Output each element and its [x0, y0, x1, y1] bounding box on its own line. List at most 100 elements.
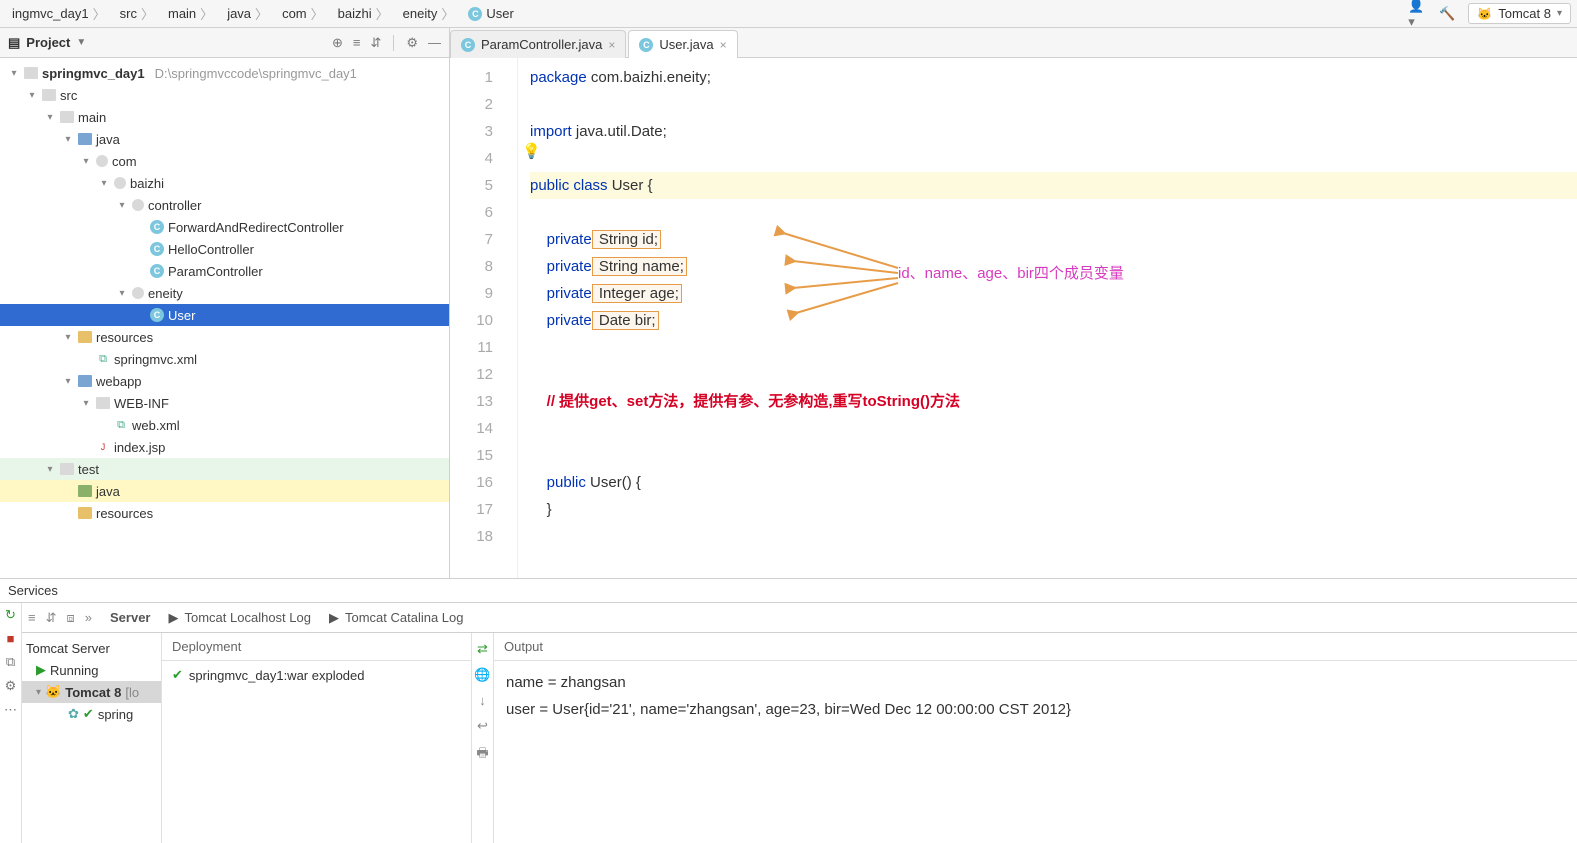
project-tool-window-header: ▤ Project ▼ ⊕ ≡ ⇵ ⚙ — [0, 28, 449, 58]
tab-localhost-log[interactable]: ▶Tomcat Localhost Log [169, 610, 311, 626]
tree-eneity[interactable]: ▾eneity [0, 282, 449, 304]
tree-indexjsp[interactable]: Jindex.jsp [0, 436, 449, 458]
tree-expand-icon[interactable]: ≡ [28, 610, 36, 626]
hide-icon[interactable]: — [428, 35, 441, 51]
close-icon[interactable]: × [720, 38, 727, 52]
services-tree[interactable]: Tomcat Server ▶Running ▾🐱Tomcat 8 [lo ✿✔… [22, 633, 162, 843]
close-icon[interactable]: × [608, 38, 615, 52]
tree-main[interactable]: ▾main [0, 106, 449, 128]
log-icon: ▶ [329, 610, 339, 626]
print-icon[interactable]: 🖶 [476, 744, 488, 766]
tab-paramcontroller[interactable]: CParamController.java× [450, 30, 626, 58]
services-spring-node[interactable]: ✿✔spring [22, 703, 161, 725]
class-icon: C [150, 220, 164, 234]
wrap-icon[interactable]: ↩ [477, 718, 488, 734]
expand-all-icon[interactable]: ≡ [353, 35, 361, 51]
tab-catalina-log[interactable]: ▶Tomcat Catalina Log [329, 610, 464, 626]
collapse-all-icon[interactable]: ⇵ [370, 35, 381, 51]
tree-test[interactable]: ▾test [0, 458, 449, 480]
project-view-icon: ▤ [8, 35, 20, 51]
tree-test-resources[interactable]: resources [0, 502, 449, 524]
crumb-user[interactable]: CUser [462, 4, 519, 23]
chevron-right-icon[interactable]: » [85, 610, 92, 626]
tree-baizhi[interactable]: ▾baizhi [0, 172, 449, 194]
artifact-icon: ✿ [68, 706, 79, 722]
services-panel: Services ↻ ■ ⧉ ⚙ ⋯ ≡ ⇵ ⧈ » Server ▶Tomca… [0, 578, 1577, 843]
filter-icon[interactable]: ⧉ [6, 654, 15, 670]
run-config-label: Tomcat 8 [1498, 6, 1551, 21]
tomcat-icon: 🐱 [45, 684, 61, 700]
console-output[interactable]: name = zhangsan user = User{id='21', nam… [494, 661, 1577, 843]
jsp-icon: J [96, 440, 110, 454]
settings-icon[interactable]: ⚙ [5, 678, 17, 694]
xml-icon: ⧉ [96, 352, 110, 366]
tree-resources[interactable]: ▾resources [0, 326, 449, 348]
check-icon: ✔ [172, 667, 183, 683]
log-icon: ▶ [169, 610, 179, 626]
scroll-icon[interactable]: ↓ [479, 693, 486, 708]
layout-icon[interactable]: ⧈ [67, 610, 75, 626]
services-tomcat-node[interactable]: Tomcat Server [22, 637, 161, 659]
tree-project-root[interactable]: ▾springmvc_day1D:\springmvccode\springmv… [0, 62, 449, 84]
tree-java[interactable]: ▾java [0, 128, 449, 150]
class-icon: C [468, 7, 482, 21]
tree-class-user[interactable]: CUser [0, 304, 449, 326]
deployment-header: Deployment [162, 633, 471, 661]
crumb-java[interactable]: java〉 [221, 2, 274, 25]
class-icon: C [461, 38, 475, 52]
tree-com[interactable]: ▾com [0, 150, 449, 172]
crumb-main[interactable]: main〉 [162, 2, 219, 25]
services-tomcat8-node[interactable]: ▾🐱Tomcat 8 [lo [22, 681, 161, 703]
project-sidebar: ▤ Project ▼ ⊕ ≡ ⇵ ⚙ — ▾springmvc_day1D:\… [0, 28, 450, 578]
breadcrumb[interactable]: ingmvc_day1〉 src〉 main〉 java〉 com〉 baizh… [6, 2, 520, 25]
crumb-baizhi[interactable]: baizhi〉 [332, 2, 395, 25]
services-tab-bar: ≡ ⇵ ⧈ » Server ▶Tomcat Localhost Log ▶To… [22, 603, 1577, 633]
open-browser-icon[interactable]: 🌐 [474, 667, 490, 683]
code-editor[interactable]: 123456789101112131415161718 💡 package co… [450, 58, 1577, 578]
run-configuration-selector[interactable]: 🐱 Tomcat 8 ▾ [1468, 3, 1571, 24]
project-tree[interactable]: ▾springmvc_day1D:\springmvccode\springmv… [0, 58, 449, 578]
crumb-eneity[interactable]: eneity〉 [397, 2, 461, 25]
play-icon: ▶ [36, 662, 46, 678]
tree-test-java[interactable]: java [0, 480, 449, 502]
xml-icon: ⧉ [114, 418, 128, 432]
crumb-com[interactable]: com〉 [276, 2, 330, 25]
project-view-title: Project [26, 35, 70, 50]
output-header: Output [494, 633, 1577, 661]
tree-controller[interactable]: ▾controller [0, 194, 449, 216]
tab-user[interactable]: CUser.java× [628, 30, 737, 58]
tree-webxml[interactable]: ⧉web.xml [0, 414, 449, 436]
tree-webapp[interactable]: ▾webapp [0, 370, 449, 392]
tree-springmvc-xml[interactable]: ⧉springmvc.xml [0, 348, 449, 370]
tree-class-farc[interactable]: CForwardAndRedirectController [0, 216, 449, 238]
deployment-item[interactable]: ✔springmvc_day1:war exploded [162, 661, 471, 689]
tree-src[interactable]: ▾src [0, 84, 449, 106]
more-icon[interactable]: ⋯ [4, 702, 17, 718]
services-panel-title: Services [0, 579, 1577, 603]
class-icon: C [150, 242, 164, 256]
line-gutter[interactable]: 123456789101112131415161718 [450, 58, 518, 578]
tab-server[interactable]: Server [110, 610, 150, 625]
tomcat-icon: 🐱 [1477, 7, 1492, 21]
stop-icon[interactable]: ■ [7, 631, 15, 646]
deploy-icon[interactable]: ⇄ [477, 641, 488, 657]
chevron-down-icon[interactable]: ▼ [76, 37, 86, 48]
crumb-src[interactable]: src〉 [114, 2, 160, 25]
gear-icon[interactable]: ⚙ [406, 35, 418, 51]
services-left-toolbar: ↻ ■ ⧉ ⚙ ⋯ [0, 603, 22, 843]
crumb-project[interactable]: ingmvc_day1〉 [6, 2, 112, 25]
user-dropdown-icon[interactable]: 👤▾ [1408, 5, 1426, 23]
deployment-column: Deployment ✔springmvc_day1:war exploded [162, 633, 472, 843]
tree-collapse-icon[interactable]: ⇵ [46, 610, 57, 626]
class-icon: C [639, 38, 653, 52]
build-icon[interactable]: 🔨 [1438, 5, 1456, 23]
editor-tabs: CParamController.java× CUser.java× [450, 28, 1577, 58]
tree-class-param[interactable]: CParamController [0, 260, 449, 282]
locate-icon[interactable]: ⊕ [332, 35, 343, 51]
tree-webinf[interactable]: ▾WEB-INF [0, 392, 449, 414]
rerun-icon[interactable]: ↻ [5, 607, 16, 623]
top-navigation-bar: ingmvc_day1〉 src〉 main〉 java〉 com〉 baizh… [0, 0, 1577, 28]
services-running-node[interactable]: ▶Running [22, 659, 161, 681]
tree-class-hello[interactable]: CHelloController [0, 238, 449, 260]
editor-area: CParamController.java× CUser.java× 12345… [450, 28, 1577, 578]
